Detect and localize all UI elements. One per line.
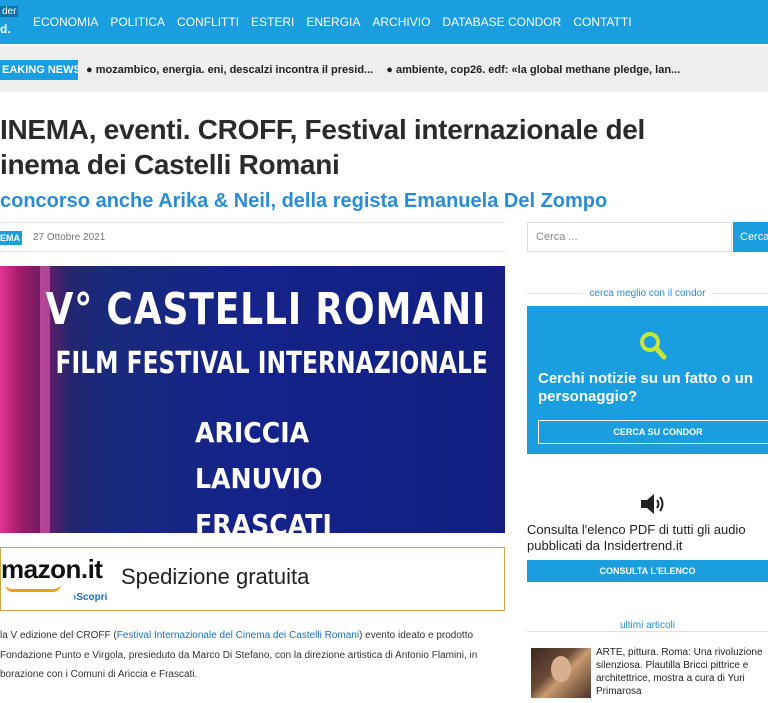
hero-image: V° CASTELLI ROMANI FILM FESTIVAL INTERNA…	[0, 266, 505, 533]
category-badge[interactable]: EMA	[0, 231, 22, 245]
nav-item-contatti[interactable]: CONTATTI	[573, 15, 631, 29]
hero-text-line: LANUVIO	[195, 462, 323, 495]
nav-item-esteri[interactable]: ESTERI	[251, 15, 294, 29]
article-paragraph-line: la V edizione del CROFF (Festival Intern…	[0, 626, 505, 646]
top-nav: der d. ECONOMIA POLITICA CONFLITTI ESTER…	[0, 0, 768, 44]
search-icon	[640, 332, 667, 360]
nav-item-economia[interactable]: ECONOMIA	[33, 15, 98, 29]
portrait-face	[551, 656, 571, 682]
breaking-news-item[interactable]: ● ambiente, cop26. edf: «la global metha…	[386, 64, 680, 76]
article-paragraph-line: borazione con i Comuni di Ariccia e Fras…	[0, 669, 198, 680]
pdf-list-text: Consulta l'elenco PDF di tutti gli audio…	[527, 522, 746, 553]
ad-scopri-link[interactable]: ›Scopri	[73, 592, 107, 603]
breaking-news-label: EAKING NEWS	[0, 60, 78, 80]
article-body: la V edizione del CROFF (Festival Intern…	[0, 626, 505, 685]
nav-item-archivio[interactable]: ARCHIVIO	[372, 15, 430, 29]
section-divider	[527, 631, 768, 632]
recent-articles-title: ultimi articoli	[610, 620, 685, 631]
article-subtitle: concorso anche Arika & Neil, della regis…	[0, 190, 608, 212]
hero-text-line: V° CASTELLI ROMANI	[45, 284, 487, 335]
logo-text-bottom: d.	[0, 22, 11, 36]
ad-shipping-text: Spedizione gratuita	[121, 564, 310, 589]
hero-text-line: FILM FESTIVAL INTERNAZIONALE	[55, 346, 488, 381]
site-logo[interactable]: der d.	[0, 6, 19, 38]
article-meta: EMA 27 Ottobre 2021	[0, 222, 505, 252]
article-thumbnail[interactable]	[531, 648, 591, 698]
nav-item-conflitti[interactable]: CONFLITTI	[177, 15, 239, 29]
amazon-logo: mazon.it	[1, 554, 103, 584]
condor-section-title: cerca meglio con il condor	[583, 288, 712, 299]
article-headline: INEMA, eventi. CROFF, Festival internazi…	[0, 114, 645, 180]
condor-question: Cerchi notizie su un fatto o un personag…	[538, 370, 753, 405]
condor-search-button[interactable]: CERCA SU CONDOR	[538, 420, 768, 444]
speaker-icon	[641, 494, 664, 514]
amazon-smile-icon	[5, 584, 61, 592]
nav-item-energia[interactable]: ENERGIA	[306, 15, 360, 29]
hero-text-line: ARICCIA	[195, 416, 310, 449]
condor-search-box: Cerchi notizie su un fatto o un personag…	[527, 306, 768, 454]
amazon-ad-banner[interactable]: mazon.it ›Scopri Spedizione gratuita	[0, 547, 505, 611]
recent-article-link[interactable]: ARTE, pittura. Roma: Una rivoluzione sil…	[596, 646, 768, 698]
article-date: 27 Ottobre 2021	[33, 232, 106, 243]
search-input[interactable]: Cerca ...	[527, 222, 732, 252]
search-button[interactable]: Cerca	[733, 222, 768, 252]
breaking-news-item[interactable]: ● mozambico, energia. eni, descalzi inco…	[86, 64, 373, 76]
breaking-news-ticker: ● mozambico, energia. eni, descalzi inco…	[86, 60, 690, 80]
breaking-news-bar: EAKING NEWS ● mozambico, energia. eni, d…	[0, 46, 768, 92]
hero-text-line: FRASCATI	[195, 508, 332, 533]
body-text: ) evento ideato e prodotto	[359, 630, 474, 641]
main-menu: ECONOMIA POLITICA CONFLITTI ESTERI ENERG…	[33, 0, 644, 44]
nav-item-politica[interactable]: POLITICA	[110, 15, 165, 29]
nav-item-database-condor[interactable]: DATABASE CONDOR	[442, 15, 561, 29]
body-text: la V edizione del CROFF (	[0, 630, 117, 641]
consulta-elenco-button[interactable]: CONSULTA L'ELENCO	[527, 560, 768, 582]
festival-link[interactable]: Festival Internazionale del Cinema dei C…	[117, 630, 359, 641]
logo-text-top: der	[0, 6, 19, 17]
article-paragraph-line: Fondazione Punto e Virgola, presieduto d…	[0, 649, 478, 661]
